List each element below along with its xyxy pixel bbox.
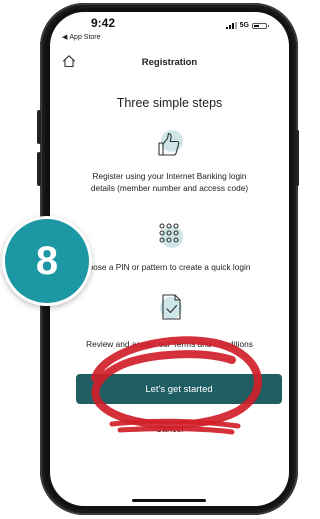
step-1-line-2: details (member number and access code): [90, 183, 249, 193]
step-3-line-1: Review and accept our Terms and Conditio…: [86, 339, 253, 349]
cancel-link[interactable]: Cancel: [50, 424, 289, 434]
document-check-icon: [158, 293, 186, 321]
step-number-badge: 8: [2, 216, 92, 306]
back-to-app-label: App Store: [69, 33, 101, 41]
battery-icon: [252, 22, 269, 29]
power-button: [296, 130, 299, 186]
home-indicator: [132, 499, 206, 502]
volume-up-button: [37, 110, 41, 144]
status-time: 9:42: [91, 16, 116, 30]
battery-level-fill: [254, 24, 259, 27]
back-triangle-icon: ◀: [62, 34, 68, 41]
step-3-text: Review and accept our Terms and Conditio…: [50, 338, 289, 350]
steps-heading: Three simple steps: [116, 96, 223, 110]
back-to-app-link[interactable]: ◀ App Store: [62, 33, 101, 42]
keypad-dots-icon: [155, 221, 183, 249]
network-label: 5G: [239, 22, 249, 29]
thumbs-up-icon: [155, 130, 183, 158]
step-1-text: Register using your Internet Banking log…: [50, 170, 289, 194]
status-indicators: 5G: [225, 22, 269, 29]
screenshot-stage: 9:42 ◀ App Store 5G Registration Three s…: [0, 0, 299, 519]
step-1-line-1: Register using your Internet Banking log…: [92, 171, 247, 181]
signal-icon: [225, 22, 237, 29]
get-started-button[interactable]: Let's get started: [76, 374, 282, 404]
volume-down-button: [37, 152, 41, 186]
page-title: Registration: [141, 57, 198, 68]
